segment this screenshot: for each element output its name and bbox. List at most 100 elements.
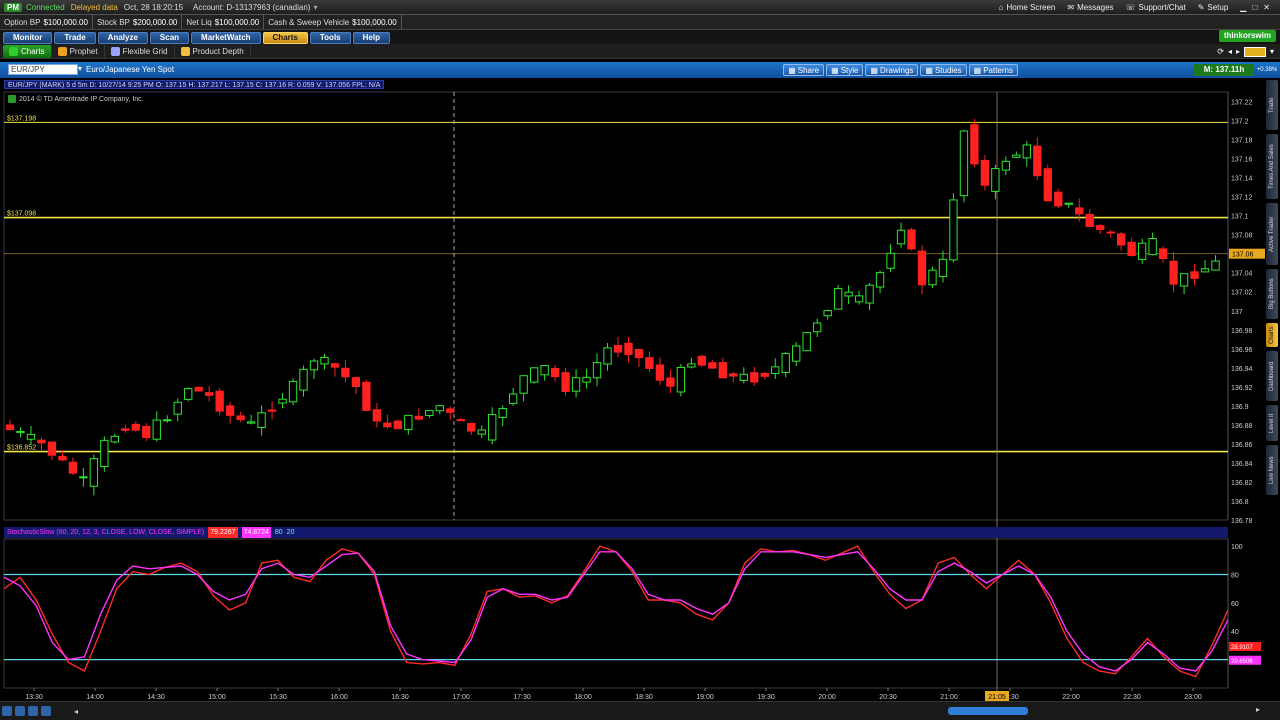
side-tab-live-news[interactable]: Live News xyxy=(1266,445,1278,495)
candle-body xyxy=(718,362,727,379)
tab-scan[interactable]: Scan xyxy=(149,31,190,44)
tab-analyze[interactable]: Analyze xyxy=(97,31,148,44)
study-name[interactable]: StochasticSlow (80, 20, 12, 3, CLOSE, LO… xyxy=(7,527,204,538)
subtab-product-depth[interactable]: Product Depth xyxy=(175,45,251,58)
subtab-charts[interactable]: Charts xyxy=(3,45,52,58)
subtab-prophet[interactable]: Prophet xyxy=(52,45,105,58)
candle-body xyxy=(152,419,161,440)
candle-body xyxy=(666,377,675,387)
candle-body xyxy=(529,367,539,383)
button-label: Style xyxy=(840,65,859,75)
side-tab-dashboard[interactable]: Dashboard xyxy=(1266,351,1278,401)
side-tab-active-trader[interactable]: Active Trader xyxy=(1266,203,1278,265)
side-tab-charts[interactable]: Charts xyxy=(1266,323,1278,347)
candle-body xyxy=(26,433,36,440)
candle-body xyxy=(498,408,507,418)
setup-link[interactable]: ✎ Setup xyxy=(1192,3,1235,12)
tab-marketwatch[interactable]: MarketWatch xyxy=(191,31,261,44)
button-label: Drawings xyxy=(880,65,914,75)
price-tick-label: 136.9 xyxy=(1231,404,1249,411)
studies-button[interactable]: ▦ Studies xyxy=(920,64,967,76)
time-tick-label: 14:30 xyxy=(147,694,165,701)
candle-body xyxy=(215,390,224,412)
balance-value: $100,000.00 xyxy=(43,17,88,27)
side-tab-trade[interactable]: Trade xyxy=(1266,80,1278,130)
candle-body xyxy=(309,360,319,371)
scroll-right-icon[interactable]: ▸ xyxy=(1256,705,1260,714)
candle-body xyxy=(131,423,140,431)
status-icon-3[interactable] xyxy=(28,706,38,716)
time-tick-label: 19:00 xyxy=(696,694,714,701)
candle-body xyxy=(1096,225,1105,230)
candle-body xyxy=(257,412,266,429)
horizontal-scrollbar-thumb[interactable] xyxy=(948,707,1028,715)
subtab-label: Flexible Grid xyxy=(122,47,168,56)
chart-canvas[interactable]: 137.22 137.2 137.18 137.16 137.14 137.12 137.1… xyxy=(0,78,1280,701)
tab-help[interactable]: Help xyxy=(352,31,390,44)
candle-body xyxy=(854,295,864,303)
headset-icon: ☏ xyxy=(1125,3,1136,12)
share-button[interactable]: ▦ Share xyxy=(783,64,825,76)
candle-body xyxy=(173,401,182,415)
price-tick-label: 137.2 xyxy=(1231,119,1249,126)
forward-arrow-icon[interactable]: ▸ xyxy=(1236,47,1240,56)
candle-body xyxy=(582,376,591,383)
back-arrow-icon[interactable]: ◂ xyxy=(1228,47,1232,56)
support-chat-link[interactable]: ☏ Support/Chat xyxy=(1120,3,1192,12)
account-selector[interactable]: Account: D-13137963 (canadian) xyxy=(193,3,310,12)
candle-body xyxy=(1200,268,1210,273)
time-tick-label: 22:00 xyxy=(1062,694,1080,701)
price-level-label: $136.852 xyxy=(7,445,36,452)
prophet-icon xyxy=(57,47,67,56)
candle-body xyxy=(446,408,455,413)
last-price-tag: 137.06 xyxy=(1232,252,1254,259)
scroll-left-icon[interactable]: ◂ xyxy=(74,707,78,716)
candle-body xyxy=(750,372,759,383)
status-icon-4[interactable] xyxy=(41,706,51,716)
stoch-tick-label: 40 xyxy=(1231,629,1239,636)
tab-trade[interactable]: Trade xyxy=(54,31,96,44)
symbol-input[interactable]: EUR/JPY xyxy=(8,64,78,75)
candle-body xyxy=(383,422,392,428)
status-icon-2[interactable] xyxy=(15,706,25,716)
subtab-flexible-grid[interactable]: Flexible Grid xyxy=(105,45,175,58)
candle-body xyxy=(959,130,969,197)
stochastic-panel-frame xyxy=(3,538,1229,689)
side-tab-times-and-sales[interactable]: Times And Sales xyxy=(1266,134,1278,199)
messages-link[interactable]: ✉ Messages xyxy=(1061,3,1119,12)
dropdown-icon[interactable]: ▾ xyxy=(1270,47,1274,56)
wrench-icon: ✎ xyxy=(1197,3,1205,12)
time-tick-label: 17:30 xyxy=(513,694,531,701)
close-icon[interactable]: ✕ xyxy=(1263,3,1270,12)
refresh-icon[interactable]: ⟳ xyxy=(1217,47,1224,56)
home-screen-link[interactable]: ⌂ Home Screen xyxy=(993,3,1062,12)
price-tick-label: 136.84 xyxy=(1231,461,1253,468)
maximize-icon[interactable]: □ xyxy=(1252,3,1257,12)
drawings-button[interactable]: ▦ Drawings xyxy=(865,64,919,76)
candle-body xyxy=(739,373,748,381)
minimize-icon[interactable]: ▁ xyxy=(1240,3,1246,12)
balance-label: Stock BP xyxy=(96,17,130,27)
chevron-down-icon[interactable]: ▾ xyxy=(313,3,317,12)
price-tick-label: 136.78 xyxy=(1231,518,1253,525)
style-button[interactable]: ▦ Style xyxy=(826,64,864,76)
candle-body xyxy=(1137,242,1147,260)
side-tab-big-buttons[interactable]: Big Buttons xyxy=(1266,269,1278,319)
candle-body xyxy=(813,322,822,333)
tab-charts[interactable]: Charts xyxy=(262,31,308,44)
candle-body xyxy=(47,441,57,456)
candle-body xyxy=(267,409,277,412)
candle-body xyxy=(488,414,497,441)
status-icon-1[interactable] xyxy=(2,706,12,716)
candle-body xyxy=(205,392,214,396)
side-tab-level-ii[interactable]: Level II xyxy=(1266,405,1278,441)
candle-body xyxy=(456,419,465,422)
tab-tools[interactable]: Tools xyxy=(309,31,351,44)
time-tick-label: 13:30 xyxy=(25,694,43,701)
patterns-button[interactable]: ▦ Patterns xyxy=(968,64,1018,76)
subtab-label: Charts xyxy=(21,47,45,56)
grid-layout-icon[interactable] xyxy=(1243,46,1266,57)
tab-monitor[interactable]: Monitor xyxy=(3,31,53,44)
stoch-tick-label: 100 xyxy=(1231,544,1243,551)
symbol-dropdown-icon[interactable]: ▾ xyxy=(78,64,82,73)
